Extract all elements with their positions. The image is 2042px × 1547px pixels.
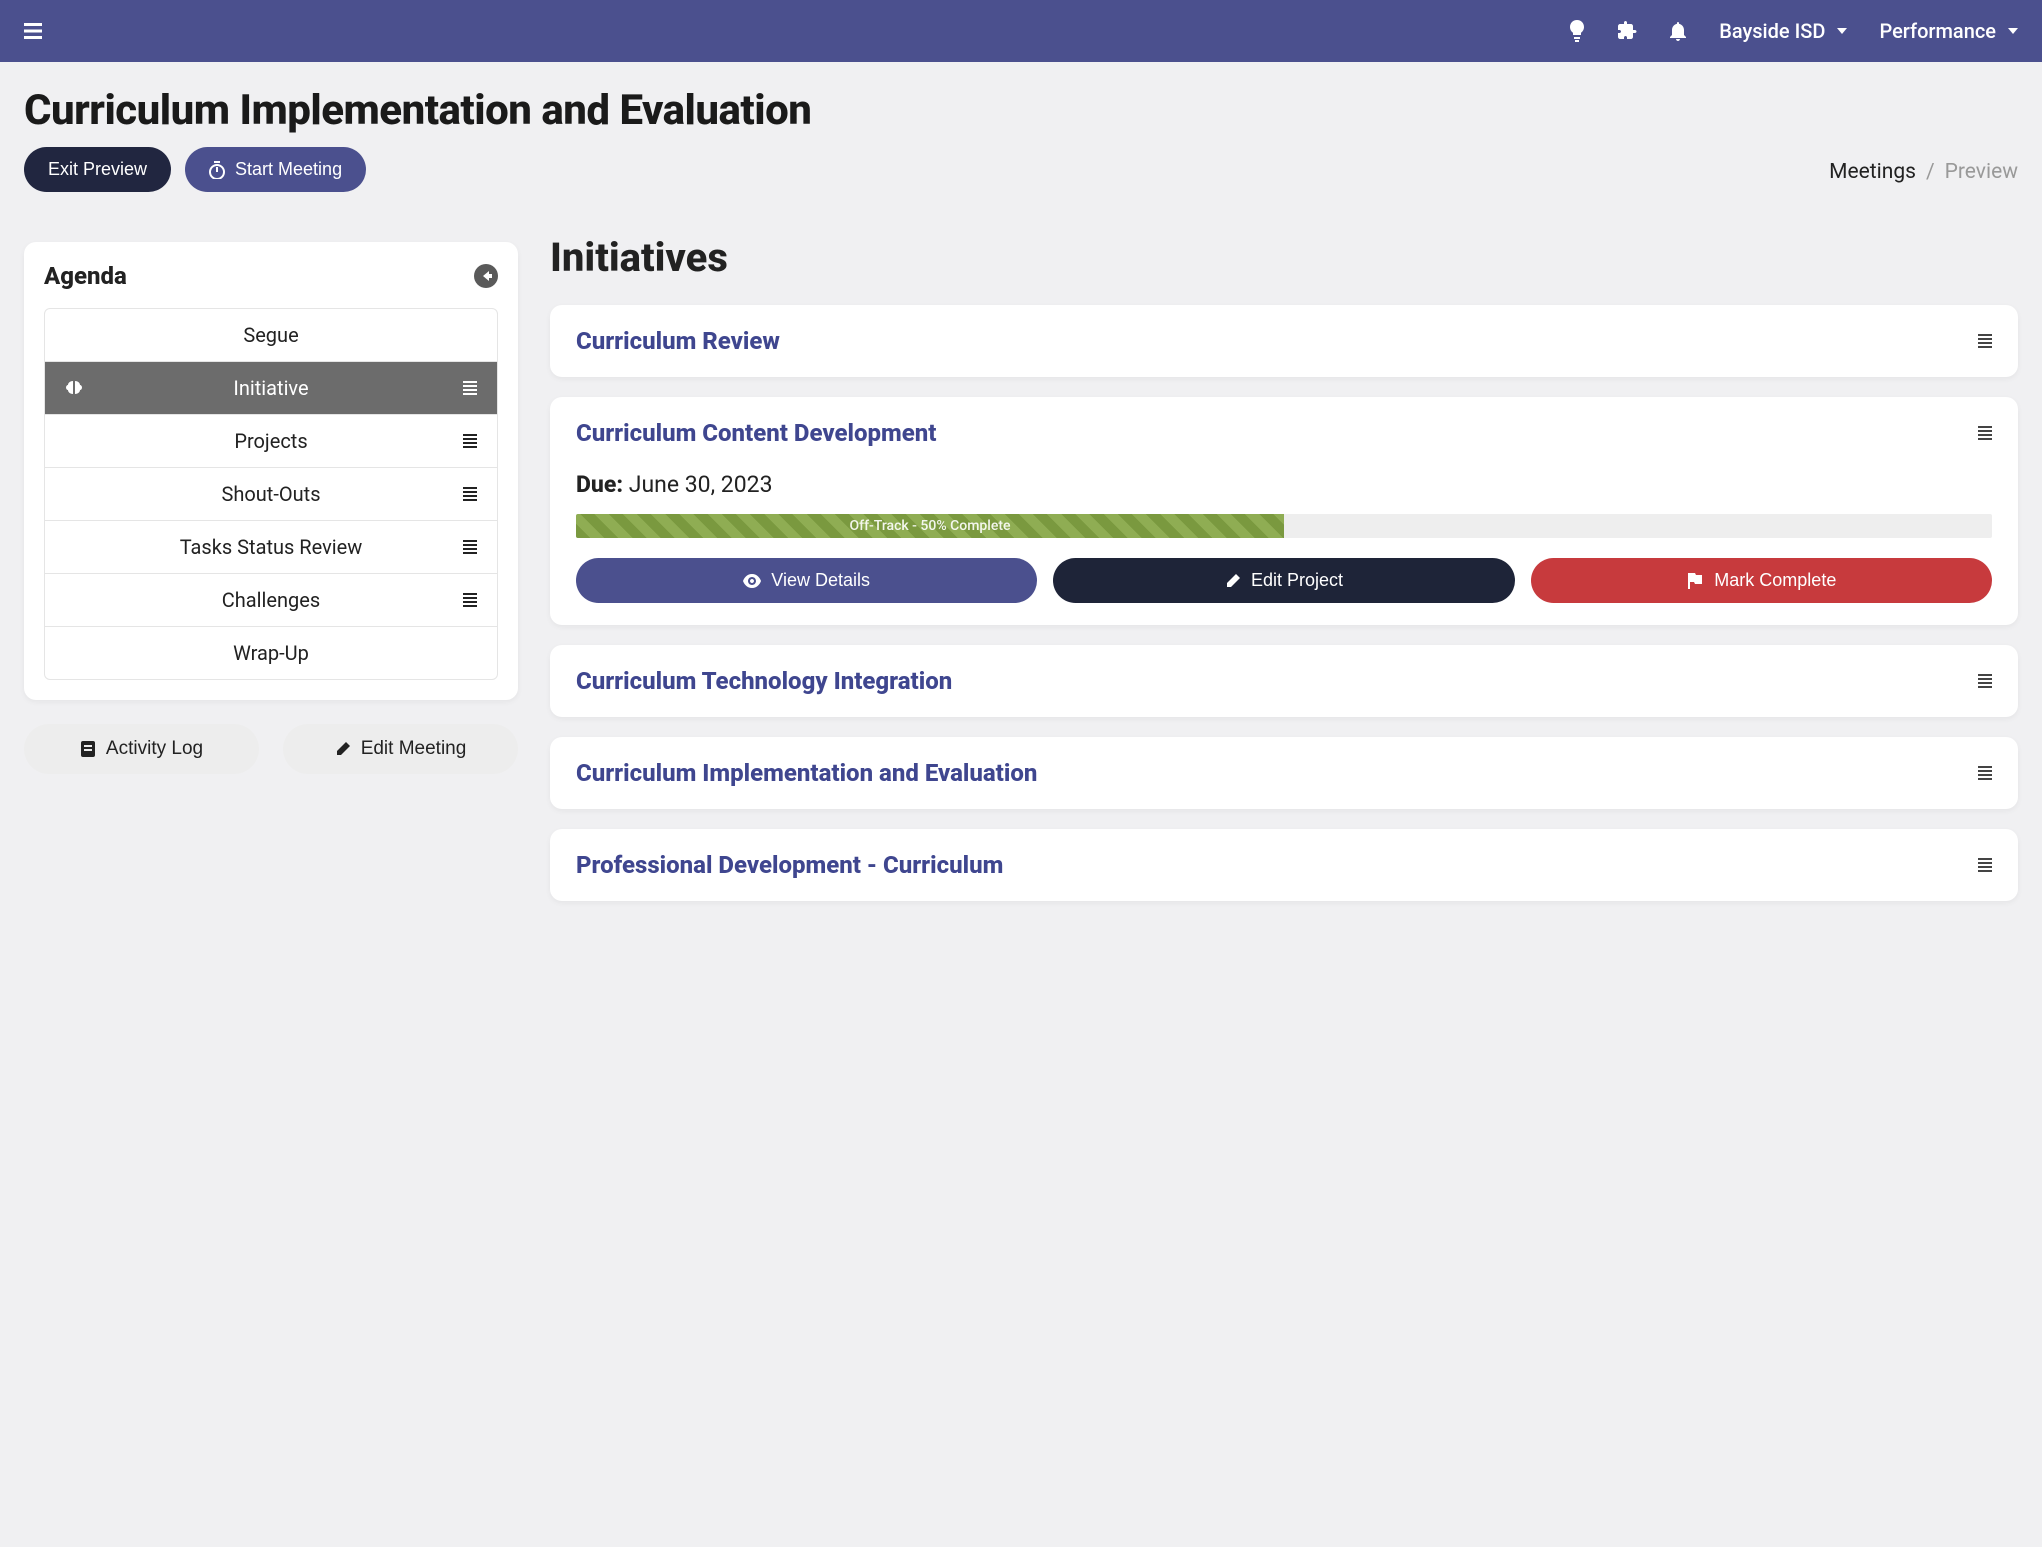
lines-icon[interactable] — [1978, 334, 1992, 348]
agenda-item-challenges[interactable]: Challenges — [45, 574, 497, 627]
progress-bar: Off-Track - 50% Complete — [576, 514, 1992, 538]
right-column: Initiatives Curriculum Review Curriculum… — [550, 242, 2018, 921]
pencil-icon — [1225, 573, 1241, 589]
breadcrumb-separator: / — [1926, 160, 1935, 184]
agenda-header: Agenda — [44, 262, 498, 290]
progress-text: Off-Track - 50% Complete — [576, 518, 1284, 534]
org-label: Bayside ISD — [1719, 19, 1825, 43]
due-date: June 30, 2023 — [629, 471, 773, 498]
exit-preview-button[interactable]: Exit Preview — [24, 147, 171, 192]
edit-meeting-label: Edit Meeting — [361, 738, 467, 760]
agenda-list: Segue Initiative Projects Shout-Outs — [44, 308, 498, 680]
view-details-button[interactable]: View Details — [576, 558, 1037, 603]
start-meeting-button[interactable]: Start Meeting — [185, 147, 366, 192]
edit-meeting-button[interactable]: Edit Meeting — [283, 724, 518, 774]
back-button[interactable] — [474, 264, 498, 288]
initiative-title[interactable]: Curriculum Content Development — [576, 419, 936, 447]
agenda-item-projects[interactable]: Projects — [45, 415, 497, 468]
lines-icon[interactable] — [1978, 426, 1992, 440]
agenda-item-tasks[interactable]: Tasks Status Review — [45, 521, 497, 574]
initiative-title[interactable]: Curriculum Technology Integration — [576, 667, 952, 695]
lines-icon — [463, 540, 477, 554]
initiative-header: Curriculum Review — [576, 327, 1992, 355]
agenda-item-label: Tasks Status Review — [180, 535, 363, 559]
initiative-card-expanded: Curriculum Content Development Due: June… — [550, 397, 2018, 625]
mark-complete-label: Mark Complete — [1714, 570, 1836, 591]
flag-icon — [1686, 573, 1704, 589]
hamburger-icon[interactable] — [24, 23, 42, 39]
mark-complete-button[interactable]: Mark Complete — [1531, 558, 1992, 603]
lightbulb-icon[interactable] — [1569, 20, 1585, 42]
edit-project-label: Edit Project — [1251, 570, 1343, 591]
breadcrumb: Meetings / Preview — [1829, 160, 2018, 192]
page-header-left: Curriculum Implementation and Evaluation… — [24, 86, 811, 192]
breadcrumb-parent[interactable]: Meetings — [1829, 160, 1916, 184]
org-dropdown[interactable]: Bayside ISD — [1719, 19, 1847, 43]
agenda-item-label: Wrap-Up — [233, 641, 309, 665]
agenda-title: Agenda — [44, 262, 127, 290]
header-right: Bayside ISD Performance — [1569, 19, 2018, 43]
bell-icon[interactable] — [1669, 21, 1687, 41]
view-details-label: View Details — [771, 570, 870, 591]
brain-icon — [65, 379, 83, 397]
arrow-left-icon — [479, 269, 493, 283]
agenda-item-segue[interactable]: Segue — [45, 309, 497, 362]
activity-log-button[interactable]: Activity Log — [24, 724, 259, 774]
lines-icon — [463, 381, 477, 395]
page-title: Curriculum Implementation and Evaluation — [24, 86, 811, 135]
pencil-icon — [335, 741, 351, 757]
agenda-item-label: Challenges — [222, 588, 320, 612]
lines-icon[interactable] — [1978, 674, 1992, 688]
initiative-card: Professional Development - Curriculum — [550, 829, 2018, 901]
module-label: Performance — [1879, 19, 1996, 43]
lines-icon[interactable] — [1978, 766, 1992, 780]
initiative-header: Curriculum Content Development — [576, 419, 1992, 447]
initiative-title[interactable]: Professional Development - Curriculum — [576, 851, 1003, 879]
breadcrumb-current: Preview — [1945, 160, 2018, 184]
page-header: Curriculum Implementation and Evaluation… — [0, 62, 2042, 192]
agenda-card: Agenda Segue Initiative Projects — [24, 242, 518, 700]
initiative-card: Curriculum Review — [550, 305, 2018, 377]
module-dropdown[interactable]: Performance — [1879, 19, 2018, 43]
agenda-item-label: Shout-Outs — [221, 482, 320, 506]
lines-icon — [463, 434, 477, 448]
initiative-header: Professional Development - Curriculum — [576, 851, 1992, 879]
activity-log-label: Activity Log — [106, 738, 203, 760]
initiative-body: Due: June 30, 2023 Off-Track - 50% Compl… — [576, 447, 1992, 603]
start-meeting-label: Start Meeting — [235, 159, 342, 180]
book-icon — [80, 740, 96, 758]
chevron-down-icon — [1837, 28, 1847, 34]
chevron-down-icon — [2008, 28, 2018, 34]
agenda-actions: Activity Log Edit Meeting — [24, 724, 518, 774]
due-label: Due: — [576, 471, 623, 498]
left-column: Agenda Segue Initiative Projects — [24, 242, 518, 774]
eye-icon — [743, 574, 761, 588]
lines-icon — [463, 487, 477, 501]
stopwatch-icon — [209, 161, 225, 179]
header-left — [24, 23, 42, 39]
edit-project-button[interactable]: Edit Project — [1053, 558, 1514, 603]
initiative-card: Curriculum Implementation and Evaluation — [550, 737, 2018, 809]
content: Agenda Segue Initiative Projects — [0, 192, 2042, 961]
initiative-header: Curriculum Implementation and Evaluation — [576, 759, 1992, 787]
initiatives-title: Initiatives — [550, 234, 2018, 281]
app-header: Bayside ISD Performance — [0, 0, 2042, 62]
initiative-actions: View Details Edit Project Mark Complete — [576, 558, 1992, 603]
agenda-item-initiative[interactable]: Initiative — [45, 362, 497, 415]
lines-icon[interactable] — [1978, 858, 1992, 872]
agenda-item-label: Segue — [243, 323, 298, 347]
initiative-title[interactable]: Curriculum Review — [576, 327, 780, 355]
initiative-title[interactable]: Curriculum Implementation and Evaluation — [576, 759, 1037, 787]
lines-icon — [463, 593, 477, 607]
page-actions: Exit Preview Start Meeting — [24, 147, 811, 192]
puzzle-icon[interactable] — [1617, 21, 1637, 41]
agenda-item-label: Initiative — [233, 376, 308, 400]
due-line: Due: June 30, 2023 — [576, 471, 1992, 498]
agenda-item-label: Projects — [234, 429, 307, 453]
agenda-item-shoutouts[interactable]: Shout-Outs — [45, 468, 497, 521]
initiative-card: Curriculum Technology Integration — [550, 645, 2018, 717]
agenda-item-wrapup[interactable]: Wrap-Up — [45, 627, 497, 679]
initiative-header: Curriculum Technology Integration — [576, 667, 1992, 695]
